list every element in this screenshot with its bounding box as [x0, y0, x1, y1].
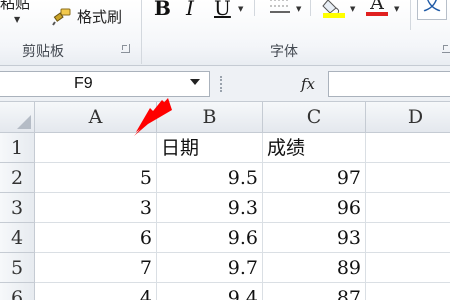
cell-d6[interactable]: [366, 283, 450, 300]
cell-c4[interactable]: 93: [263, 223, 366, 253]
name-box-value: F9: [74, 75, 93, 92]
cell-a5[interactable]: 7: [35, 253, 157, 283]
cell-c6[interactable]: 87: [263, 283, 366, 300]
spreadsheet-grid: A B C D 1 日期 成绩 2 5 9.5 97 3 3 9.3 96 4 …: [0, 102, 450, 300]
cell-b2[interactable]: 9.5: [157, 163, 263, 193]
fill-color-swatch: [323, 13, 345, 18]
cell-b3[interactable]: 9.3: [157, 193, 263, 223]
font-divider: [254, 0, 255, 16]
format-painter-button[interactable]: 格式刷: [52, 6, 122, 27]
font-color-dropdown-icon[interactable]: ▼: [394, 5, 399, 13]
font-color-letter: A: [370, 0, 384, 14]
cell-a2[interactable]: 5: [35, 163, 157, 193]
formula-bar: F9 fx: [0, 66, 450, 102]
row-header-2[interactable]: 2: [0, 163, 35, 193]
borders-button[interactable]: [268, 0, 292, 14]
name-box-dropdown-icon[interactable]: [190, 79, 200, 85]
row-header-3[interactable]: 3: [0, 193, 35, 223]
column-header-c[interactable]: C: [263, 102, 366, 133]
cell-c1[interactable]: 成绩: [263, 133, 366, 163]
cell-b5[interactable]: 9.7: [157, 253, 263, 283]
format-painter-icon: [52, 8, 71, 26]
column-header-d[interactable]: D: [366, 102, 450, 133]
group-divider: [141, 0, 142, 64]
borders-dropdown-icon[interactable]: ▼: [296, 5, 301, 13]
fill-color-dropdown-icon[interactable]: ▼: [350, 5, 355, 13]
wen-button[interactable]: 文: [417, 0, 447, 20]
cell-a4[interactable]: 6: [35, 223, 157, 253]
cell-a1[interactable]: [35, 133, 157, 163]
font-launcher-icon[interactable]: [442, 44, 450, 53]
underline-dropdown-icon[interactable]: ▼: [238, 5, 243, 13]
group-divider: [410, 0, 411, 30]
cell-b1[interactable]: 日期: [157, 133, 263, 163]
row-header-1[interactable]: 1: [0, 133, 35, 163]
fill-color-button[interactable]: [320, 0, 348, 18]
cell-c5[interactable]: 89: [263, 253, 366, 283]
italic-button[interactable]: I: [186, 0, 194, 20]
column-header-a[interactable]: A: [35, 102, 157, 133]
cell-c3[interactable]: 96: [263, 193, 366, 223]
row-header-5[interactable]: 5: [0, 253, 35, 283]
cell-b4[interactable]: 9.6: [157, 223, 263, 253]
cell-d1[interactable]: [366, 133, 450, 163]
select-all-button[interactable]: [0, 102, 35, 133]
bold-button[interactable]: B: [154, 0, 171, 20]
row-header-6[interactable]: 6: [0, 283, 35, 300]
cell-c2[interactable]: 97: [263, 163, 366, 193]
formula-input[interactable]: [328, 71, 450, 97]
clipboard-group-label: 剪贴板: [22, 44, 64, 60]
cell-b6[interactable]: 9.4: [157, 283, 263, 300]
ribbon: 粘贴 ▼ 格式刷 剪贴板 B I U ▼ ▼ ▼ A ▼ 字体 文: [0, 0, 450, 66]
cell-a3[interactable]: 3: [35, 193, 157, 223]
column-header-b[interactable]: B: [157, 102, 263, 133]
font-color-button[interactable]: A: [364, 0, 390, 18]
font-divider: [310, 0, 311, 16]
font-group-label: 字体: [270, 44, 298, 60]
row-header-4[interactable]: 4: [0, 223, 35, 253]
clipboard-launcher-icon[interactable]: [121, 44, 130, 53]
paste-button-partial-label[interactable]: 粘贴: [0, 0, 30, 13]
name-box-resize-handle[interactable]: [214, 74, 228, 94]
format-painter-label: 格式刷: [77, 8, 123, 26]
cell-d4[interactable]: [366, 223, 450, 253]
name-box[interactable]: F9: [0, 71, 210, 97]
cell-d5[interactable]: [366, 253, 450, 283]
cell-d3[interactable]: [366, 193, 450, 223]
cell-d2[interactable]: [366, 163, 450, 193]
cell-a6[interactable]: 4: [35, 283, 157, 300]
paste-dropdown-icon[interactable]: ▼: [14, 15, 20, 24]
underline-button[interactable]: U: [214, 0, 231, 20]
insert-function-button[interactable]: fx: [290, 72, 326, 96]
